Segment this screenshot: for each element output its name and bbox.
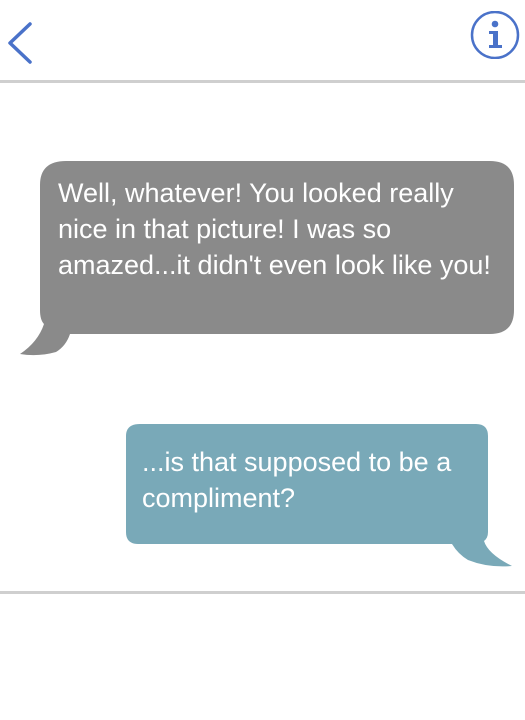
message-text-received: Well, whatever! You looked really nice i… xyxy=(58,178,491,280)
message-bubble-sent[interactable]: ...is that supposed to be a compliment? xyxy=(122,422,514,570)
info-icon xyxy=(470,10,520,60)
chevron-left-icon xyxy=(8,22,32,64)
top-bar xyxy=(0,0,525,81)
footer-divider xyxy=(0,591,525,594)
info-button[interactable] xyxy=(469,10,521,60)
message-bubble-received[interactable]: Well, whatever! You looked really nice i… xyxy=(18,160,516,357)
header-divider xyxy=(0,80,525,83)
back-button[interactable] xyxy=(4,20,38,66)
message-text-sent: ...is that supposed to be a compliment? xyxy=(142,447,452,513)
